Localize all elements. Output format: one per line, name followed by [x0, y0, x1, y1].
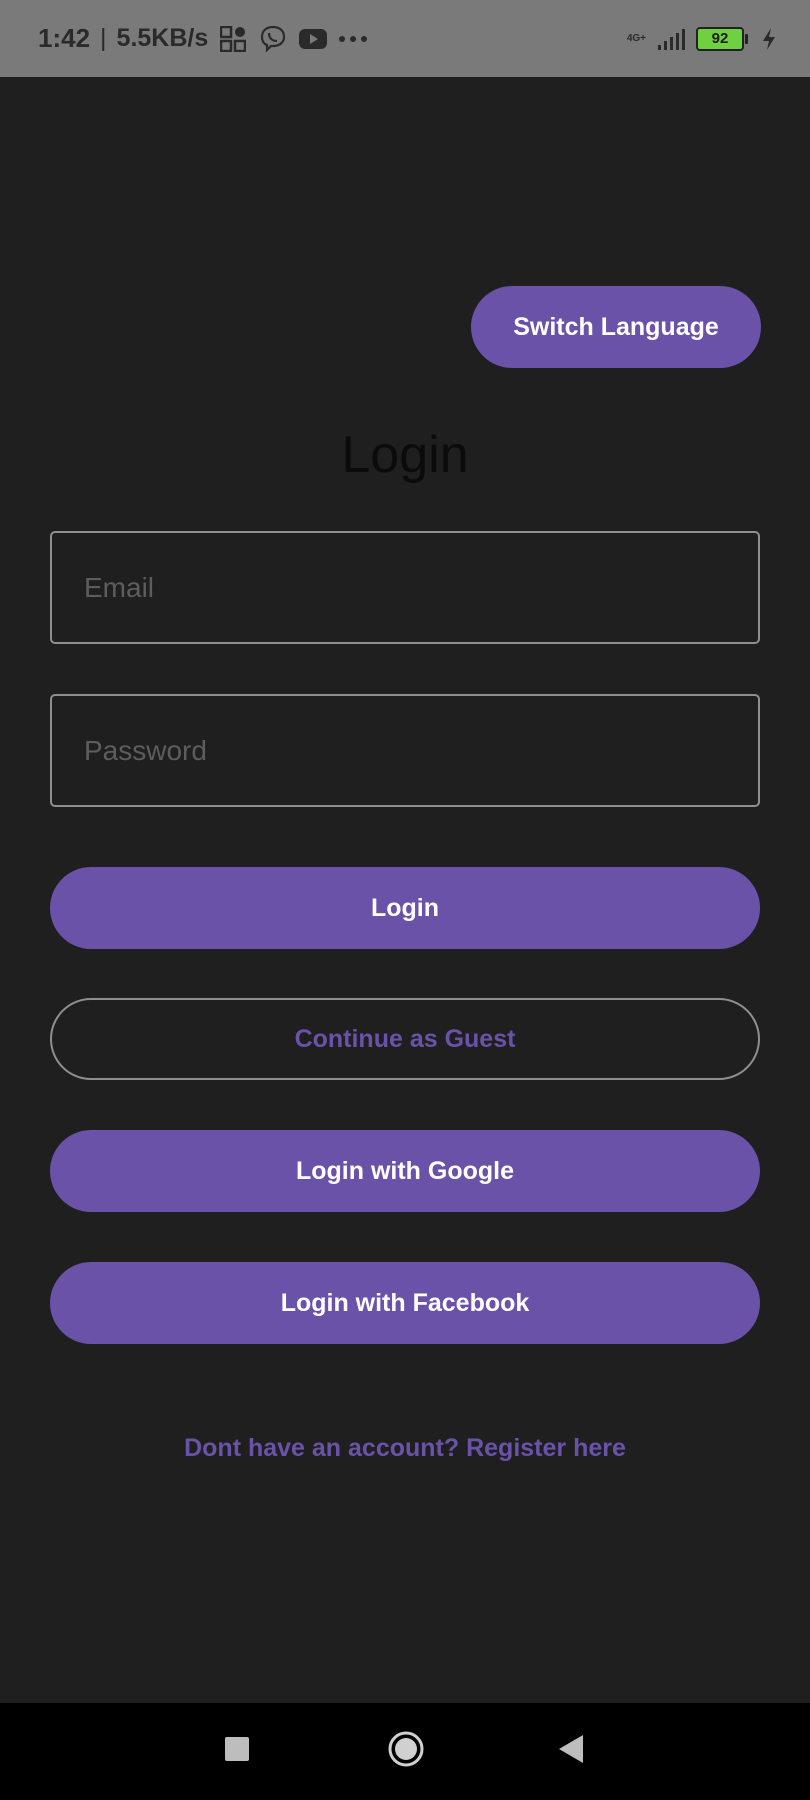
status-separator: | [100, 24, 107, 52]
home-button[interactable] [366, 1703, 446, 1800]
status-bar: 1:42 | 5.5KB/s 4G+ 92 [0, 0, 810, 77]
recent-apps-button[interactable] [197, 1703, 277, 1800]
battery-level: 92 [711, 30, 729, 47]
page-title: Login [341, 426, 469, 484]
login-button[interactable]: Login [50, 867, 760, 949]
login-with-google-button[interactable]: Login with Google [50, 1130, 760, 1212]
email-placeholder: Email [84, 571, 155, 603]
youtube-icon [298, 24, 328, 54]
register-link[interactable]: Dont have an account? Register here [0, 1434, 810, 1463]
back-button[interactable] [531, 1703, 611, 1800]
password-field[interactable]: Password [50, 694, 760, 807]
status-left: 1:42 | 5.5KB/s [38, 0, 368, 77]
login-with-facebook-button[interactable]: Login with Facebook [50, 1262, 760, 1344]
network-type: 4G+ [626, 32, 646, 44]
signal-icon [656, 24, 686, 54]
status-right: 4G+ 92 [627, 0, 784, 77]
status-net-speed: 5.5KB/s [116, 24, 209, 52]
apps-grid-icon [218, 24, 248, 54]
charging-icon [754, 24, 784, 54]
battery-icon: 92 [696, 26, 748, 51]
switch-language-button[interactable]: Switch Language [471, 286, 761, 368]
status-time: 1:42 [38, 23, 91, 53]
home-icon [387, 1730, 425, 1773]
back-icon [557, 1734, 585, 1769]
continue-as-guest-button[interactable]: Continue as Guest [50, 998, 760, 1080]
navigation-bar [0, 1703, 810, 1800]
password-placeholder: Password [84, 734, 207, 766]
viber-icon [258, 24, 288, 54]
more-dots-icon [338, 24, 368, 54]
recent-apps-icon [224, 1736, 250, 1767]
email-field[interactable]: Email [50, 531, 760, 644]
